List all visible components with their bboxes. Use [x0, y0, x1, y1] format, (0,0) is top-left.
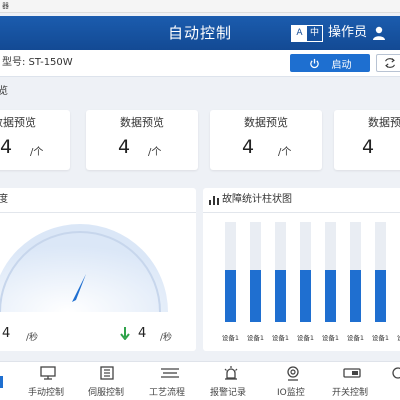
- speed-panel-header: 速度: [0, 188, 196, 213]
- lang-option-zh[interactable]: 中: [307, 26, 322, 41]
- power-icon: [309, 58, 319, 68]
- category-label: 设备1: [272, 333, 289, 342]
- nav-item-more[interactable]: [388, 362, 400, 400]
- nav-item-switch-control[interactable]: 开关控制: [328, 362, 378, 400]
- overview-title: 总览: [0, 86, 8, 97]
- language-toggle[interactable]: A 中: [291, 25, 323, 42]
- nav-label: 工艺流程: [149, 388, 186, 398]
- overview-card: 数据预览 4: [334, 110, 400, 170]
- fault-bar: [325, 270, 336, 322]
- start-button[interactable]: 启动: [290, 54, 370, 72]
- fault-bar: [350, 270, 361, 322]
- category-label: 设备1: [222, 333, 239, 342]
- gauge-face: [0, 224, 168, 312]
- card-value: 4: [242, 136, 255, 158]
- fault-chart-title: 故障统计柱状图: [222, 194, 292, 205]
- card-title: 数据预览: [244, 116, 288, 129]
- model-label: 型号: ST-150W: [2, 57, 73, 68]
- nav-item-current[interactable]: [0, 362, 12, 400]
- fault-bar: [375, 270, 386, 322]
- speed-left-value: 4: [2, 326, 11, 341]
- status-text: 器: [2, 2, 9, 10]
- nav-item-io-monitor[interactable]: IO监控: [270, 362, 316, 400]
- overview-card: 数据预览 4 /个: [210, 110, 322, 170]
- category-label: 设备1: [372, 333, 389, 342]
- category-label: 设备1: [322, 333, 339, 342]
- nav-label: 开关控制: [332, 388, 369, 398]
- fault-chart-panel: 故障统计柱状图 设备1设备1设备1设备1设备1设备1设备1设备1: [203, 188, 400, 351]
- nav-item-servo-control[interactable]: 伺服控制: [84, 362, 134, 400]
- card-unit: /个: [278, 147, 292, 158]
- operator-label[interactable]: 操作员: [328, 16, 367, 50]
- lang-option-a[interactable]: A: [292, 26, 307, 41]
- nav-item-alarm-log[interactable]: 报警记录: [207, 362, 257, 400]
- card-unit: /个: [30, 147, 44, 158]
- speed-panel-title: 速度: [0, 194, 8, 205]
- fault-bar: [300, 270, 311, 322]
- fault-bar: [225, 270, 236, 322]
- fault-bar: [275, 270, 286, 322]
- nav-label: IO监控: [277, 388, 305, 398]
- bar-chart-icon: [209, 196, 219, 205]
- overview-cards: 数据预览 4 /个 数据预览 4 /个 数据预览 4 /个 数据预览 4: [0, 100, 400, 178]
- speed-panel: 速度 4 /秒 4 /秒: [0, 188, 196, 351]
- fault-bar: [250, 270, 261, 322]
- more-icon: [392, 367, 400, 379]
- speed-left-unit: /秒: [26, 333, 39, 343]
- category-label: 设备1: [297, 333, 314, 342]
- nav-active-indicator: [0, 376, 3, 388]
- process-icon: [161, 368, 179, 378]
- status-strip: 器: [0, 0, 400, 13]
- switch-icon: [343, 368, 361, 378]
- card-title: 数据预览: [120, 116, 164, 129]
- nav-label: 伺服控制: [88, 388, 125, 398]
- overview-card: 数据预览 4 /个: [0, 110, 70, 170]
- speed-gauge: [0, 224, 168, 312]
- category-label: 设备1: [347, 333, 364, 342]
- fault-chart-header: 故障统计柱状图: [203, 188, 400, 213]
- fault-chart: 设备1设备1设备1设备1设备1设备1设备1设备1: [222, 222, 400, 342]
- speed-right-value: 4: [138, 326, 147, 341]
- speed-right-unit: /秒: [160, 333, 173, 343]
- alarm-icon: [224, 366, 238, 380]
- servo-icon: [100, 366, 114, 380]
- user-icon[interactable]: [372, 26, 386, 40]
- card-unit: /个: [148, 147, 162, 158]
- monitor-icon: [40, 366, 56, 380]
- nav-label: 手动控制: [28, 388, 65, 398]
- start-button-label: 启动: [331, 59, 352, 71]
- io-icon: [287, 366, 299, 381]
- card-title: 数据预览: [368, 116, 400, 129]
- overview-card: 数据预览 4 /个: [86, 110, 198, 170]
- toolbar: 型号: ST-150W 启动: [0, 50, 400, 77]
- sync-button[interactable]: [376, 54, 400, 72]
- nav-item-manual-control[interactable]: 手动控制: [22, 362, 72, 400]
- card-value: 4: [362, 136, 375, 158]
- sync-icon: [385, 58, 395, 68]
- bottom-nav: 手动控制 伺服控制 工艺流程 报警记录 IO监控 开关控制: [0, 361, 400, 400]
- card-value: 4: [0, 136, 13, 158]
- nav-item-process-flow[interactable]: 工艺流程: [146, 362, 196, 400]
- arrow-down-icon: [120, 327, 130, 340]
- card-title: 数据预览: [0, 116, 36, 129]
- nav-label: 报警记录: [210, 388, 247, 398]
- screen: 器 自动控制 A 中 操作员 型号: ST-150W 启动 览 据预览 4 /个…: [0, 0, 400, 400]
- app-header: 自动控制 A 中 操作员: [0, 16, 400, 50]
- category-label: 设备1: [247, 333, 264, 342]
- card-value: 4: [118, 136, 131, 158]
